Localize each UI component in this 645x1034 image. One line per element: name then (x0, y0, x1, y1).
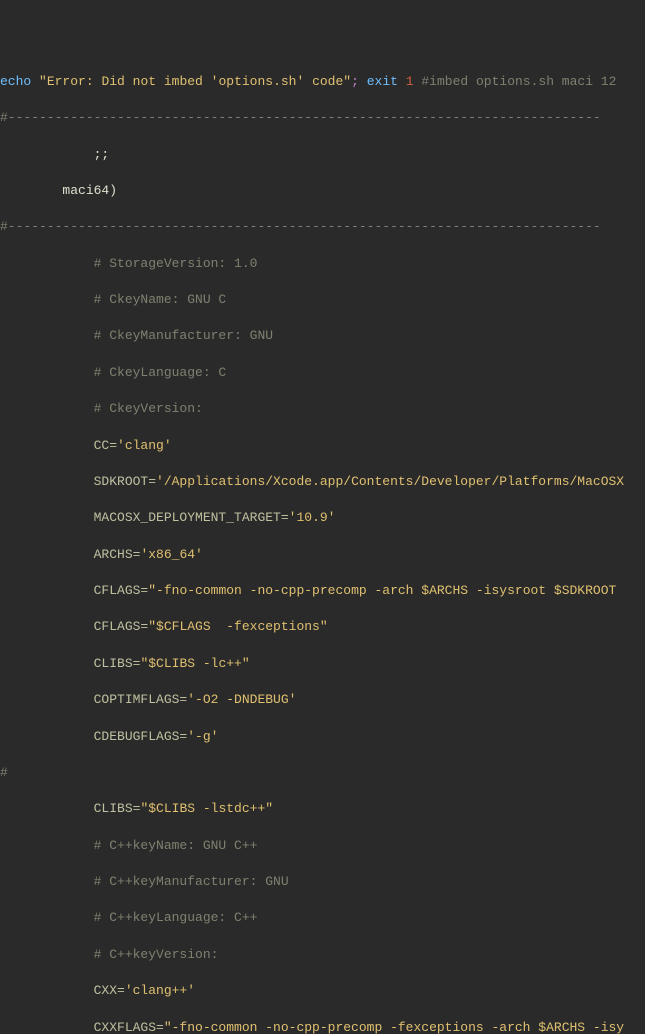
rule-line: #---------------------------------------… (0, 109, 645, 127)
var-name: CLIBS= (0, 656, 140, 671)
code-line: maci64) (0, 182, 645, 200)
code-line: MACOSX_DEPLOYMENT_TARGET='10.9' (0, 509, 645, 527)
comment-line: # (0, 764, 645, 782)
var-name: CDEBUGFLAGS= (0, 729, 187, 744)
comment-line: # CkeyManufacturer: GNU (0, 327, 645, 345)
code-line: COPTIMFLAGS='-O2 -DNDEBUG' (0, 691, 645, 709)
comment-line: # CkeyName: GNU C (0, 291, 645, 309)
comment-line: # C++keyLanguage: C++ (0, 909, 645, 927)
comment-line: # CkeyVersion: (0, 400, 645, 418)
keyword-exit: exit (367, 74, 398, 89)
var-value: '/Applications/Xcode.app/Contents/Develo… (156, 474, 624, 489)
code-line: CDEBUGFLAGS='-g' (0, 728, 645, 746)
var-value: "$CLIBS -lstdc++" (140, 801, 273, 816)
var-name: ARCHS= (0, 547, 140, 562)
code-line: CFLAGS="$CFLAGS -fexceptions" (0, 618, 645, 636)
keyword-echo: echo (0, 74, 31, 89)
code-line: ARCHS='x86_64' (0, 546, 645, 564)
var-name: CFLAGS= (0, 583, 148, 598)
string-literal: "Error: Did not imbed 'options.sh' code" (39, 74, 351, 89)
var-name: CXX= (0, 983, 125, 998)
code-line: CC='clang' (0, 437, 645, 455)
var-name: CLIBS= (0, 801, 140, 816)
comment-line: # C++keyVersion: (0, 946, 645, 964)
var-value: "-fno-common -no-cpp-precomp -fexception… (164, 1020, 624, 1034)
var-value: "$CLIBS -lc++" (140, 656, 249, 671)
var-name: CC= (0, 438, 117, 453)
var-value: '10.9' (289, 510, 336, 525)
semicolon: ; (351, 74, 359, 89)
var-value: 'x86_64' (140, 547, 202, 562)
comment-line: # C++keyName: GNU C++ (0, 837, 645, 855)
comment: #imbed options.sh maci 12 (421, 74, 616, 89)
var-value: "-fno-common -no-cpp-precomp -arch $ARCH… (148, 583, 624, 598)
code-line: CLIBS="$CLIBS -lc++" (0, 655, 645, 673)
var-name: MACOSX_DEPLOYMENT_TARGET= (0, 510, 289, 525)
comment-line: # C++keyManufacturer: GNU (0, 873, 645, 891)
code-line: CXX='clang++' (0, 982, 645, 1000)
var-name: CFLAGS= (0, 619, 148, 634)
var-name: SDKROOT= (0, 474, 156, 489)
var-value: '-O2 -DNDEBUG' (187, 692, 296, 707)
var-name: CXXFLAGS= (0, 1020, 164, 1034)
code-line: CXXFLAGS="-fno-common -no-cpp-precomp -f… (0, 1019, 645, 1034)
var-value: 'clang++' (125, 983, 195, 998)
code-line: CFLAGS="-fno-common -no-cpp-precomp -arc… (0, 582, 645, 600)
code-line: ;; (0, 146, 645, 164)
comment-line: # StorageVersion: 1.0 (0, 255, 645, 273)
number-literal: 1 (406, 74, 414, 89)
code-line-1: echo "Error: Did not imbed 'options.sh' … (0, 73, 645, 91)
code-line: SDKROOT='/Applications/Xcode.app/Content… (0, 473, 645, 491)
code-line: CLIBS="$CLIBS -lstdc++" (0, 800, 645, 818)
var-name: COPTIMFLAGS= (0, 692, 187, 707)
rule-line: #---------------------------------------… (0, 218, 645, 236)
var-value: "$CFLAGS -fexceptions" (148, 619, 327, 634)
comment-line: # CkeyLanguage: C (0, 364, 645, 382)
var-value: '-g' (187, 729, 218, 744)
var-value: 'clang' (117, 438, 172, 453)
